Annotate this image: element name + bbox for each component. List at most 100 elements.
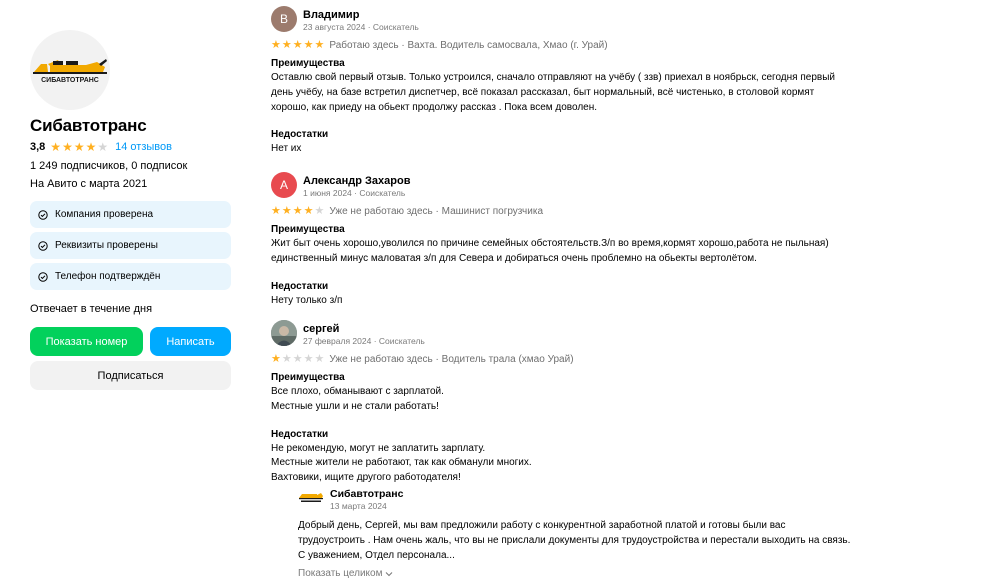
show-more-label: Показать целиком [298, 568, 383, 580]
review-stars: ★ ★ ★ ★ ★ [271, 206, 324, 217]
author-block: Александр Захаров 1 июня 2024 · Соискате… [303, 172, 410, 199]
review-date: 23 августа 2024 · Соискатель [303, 22, 419, 32]
pros-line: единственный минус маловатая з/п для Сев… [271, 252, 757, 264]
check-circle-icon [38, 271, 48, 282]
badge-label: Телефон подтверждён [55, 271, 161, 282]
pros-line: хорошо, как приеду на обьект продолжу ра… [271, 101, 598, 113]
avatar[interactable]: А [271, 172, 297, 198]
pros-title: Преимущества [271, 372, 345, 383]
chevron-down-icon [386, 572, 393, 577]
badge-label: Реквизиты проверены [55, 240, 158, 251]
cons-text: Не рекомендую, могут не заплатить зарпла… [271, 442, 911, 486]
company-logo[interactable]: СИБАВТОТРАНС [30, 30, 110, 110]
rating-value: 3,8 [30, 141, 46, 153]
star-filled-icon: ★ [271, 205, 281, 217]
response-time: Отвечает в течение дня [30, 303, 153, 315]
reviews-link[interactable]: 14 отзывов [115, 141, 172, 153]
reply-author-block: Сибавтотранс 13 марта 2024 [330, 488, 403, 512]
reply-date: 13 марта 2024 [330, 501, 387, 511]
reply-text: Добрый день, Сергей, мы вам предложили р… [298, 519, 898, 563]
subscribe-button[interactable]: Подписаться [30, 361, 231, 390]
review-header: В Владимир 23 августа 2024 · Соискатель [271, 6, 911, 34]
star-filled-icon: ★ [271, 39, 281, 51]
pros-text: Жит быт очень хорошо,уволился по причине… [271, 237, 911, 267]
avatar[interactable] [271, 320, 297, 346]
check-circle-icon [38, 209, 48, 220]
member-since: На Авито с марта 2021 [30, 178, 148, 190]
cons-line: Не рекомендую, могут не заплатить зарпла… [271, 442, 486, 454]
star-empty-icon: ★ [314, 205, 325, 217]
review-rating: ★ ★ ★ ★ ★ Уже не работаю здесь · Машинист по… [271, 205, 911, 218]
verification-badges: Компания проверена Реквизиты проверены Т… [30, 201, 231, 290]
review-rating: ★ ★ ★ ★ ★ Уже не работаю здесь · Водитель тр… [271, 353, 911, 366]
review-tagline: Уже не работаю здесь · Машинист погрузчи… [329, 206, 544, 217]
show-more-link[interactable]: Показать целиком [298, 568, 393, 579]
star-filled-icon: ★ [281, 205, 292, 217]
cons-title: Недостатки [271, 428, 329, 440]
reply-author[interactable]: Сибавтотранс [330, 488, 403, 501]
user-photo-icon [271, 320, 297, 346]
badge-phone-verified: Телефон подтверждён [30, 263, 231, 290]
review-date: 1 июня 2024 · Соискатель [303, 188, 406, 198]
review-tagline: Работаю здесь · Вахта. Водитель самосвал… [329, 40, 608, 51]
review-item: сергей 27 февраля 2024 · Соискатель ★ ★ ★ ★… [271, 320, 911, 486]
badge-details-verified: Реквизиты проверены [30, 232, 231, 259]
cons-line: Местные жители не работают, так как обма… [271, 457, 532, 469]
review-stars: ★ ★ ★ ★ ★ [271, 40, 324, 51]
pros-title: Преимущества [271, 224, 345, 235]
review-author[interactable]: сергей [303, 322, 425, 336]
avatar[interactable]: В [271, 6, 297, 32]
excavator-logo-icon: СИБАВТОТРАНС [33, 59, 107, 84]
star-filled-icon: ★ [50, 140, 62, 154]
star-empty-icon: ★ [292, 353, 303, 365]
author-block: сергей 27 февраля 2024 · Соискатель [303, 320, 425, 347]
review-header: А Александр Захаров 1 июня 2024 · Соиска… [271, 172, 911, 200]
pros-line: день учёбу, на базе встретил диспетчер, … [271, 86, 815, 98]
star-empty-icon: ★ [97, 140, 109, 154]
review-item: А Александр Захаров 1 июня 2024 · Соиска… [271, 172, 911, 308]
pros-text: Все плохо, обманывают с зарплатой. Местн… [271, 385, 911, 415]
review-date: 27 февраля 2024 · Соискатель [303, 336, 425, 346]
company-reply: Сибавтотранс 13 марта 2024 Добрый день, … [298, 488, 898, 581]
review-tagline: Уже не работаю здесь · Водитель трала (х… [329, 354, 574, 365]
cons-line: Вахтовики, ищите другого работодателя! [271, 472, 461, 484]
pros-line: Местные ушли и не стали работать! [271, 400, 439, 412]
star-filled-icon: ★ [303, 205, 314, 217]
rating-stars: ★ ★ ★ ★ ★ [50, 141, 108, 153]
cons-title: Недостатки [271, 280, 329, 292]
star-filled-icon: ★ [281, 39, 292, 51]
star-filled-icon: ★ [292, 39, 303, 51]
cons-title: Недостатки [271, 129, 329, 141]
pros-title: Преимущества [271, 58, 345, 69]
star-filled-icon: ★ [271, 353, 281, 365]
author-block: Владимир 23 августа 2024 · Соискатель [303, 6, 419, 33]
star-empty-icon: ★ [314, 353, 325, 365]
company-rating: 3,8 ★ ★ ★ ★ ★ 14 отзывов [30, 139, 231, 155]
star-filled-icon: ★ [303, 39, 314, 51]
company-sidebar: СИБАВТОТРАНС Сибавтотранс 3,8 ★ ★ ★ ★ ★ 14 о… [30, 30, 231, 390]
reply-line: Добрый день, Сергей, мы вам предложили р… [298, 520, 786, 531]
cons-line: Нет их [271, 143, 302, 155]
company-name[interactable]: Сибавтотранс [30, 115, 231, 137]
review-item: В Владимир 23 августа 2024 · Соискатель … [271, 6, 911, 157]
pros-line: Оставлю свой первый отзыв. Только устрои… [271, 72, 835, 83]
contact-buttons: Показать номер Написать [30, 327, 231, 356]
cons-text: Нет их [271, 142, 911, 157]
badge-label: Компания проверена [55, 209, 154, 220]
review-author[interactable]: Владимир [303, 8, 419, 22]
pros-text: Оставлю свой первый отзыв. Только устрои… [271, 71, 911, 115]
review-rating: ★ ★ ★ ★ ★ Работаю здесь · Вахта. Водитель са… [271, 39, 911, 52]
star-filled-icon: ★ [292, 205, 303, 217]
star-empty-icon: ★ [303, 353, 314, 365]
write-message-button[interactable]: Написать [150, 327, 231, 356]
star-filled-icon: ★ [62, 140, 73, 154]
reply-line: трудоустроить . Нам очень жаль, что вы н… [298, 534, 851, 546]
star-filled-icon: ★ [73, 140, 85, 154]
star-empty-icon: ★ [281, 353, 292, 365]
cons-line: Нету только з/п [271, 294, 343, 306]
review-author[interactable]: Александр Захаров [303, 174, 410, 188]
review-stars: ★ ★ ★ ★ ★ [271, 354, 324, 365]
subscribers-count: 1 249 подписчиков, 0 подписок [30, 160, 188, 172]
pros-line: Жит быт очень хорошо,уволился по причине… [271, 238, 829, 249]
show-number-button[interactable]: Показать номер [30, 327, 143, 356]
